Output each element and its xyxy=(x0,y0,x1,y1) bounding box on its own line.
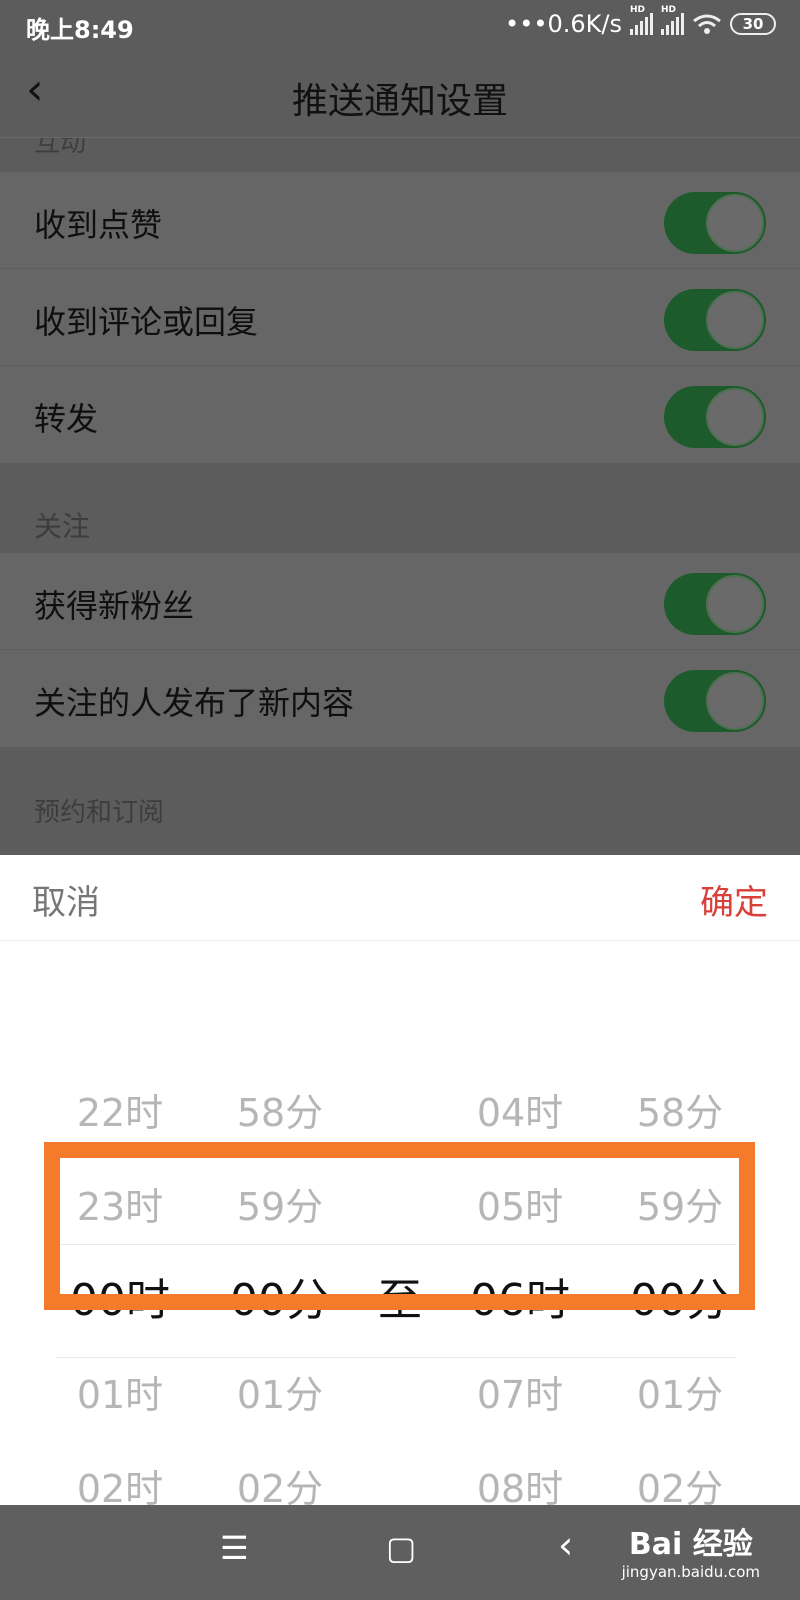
screen: 晚上8:49 •••0.6K/s HD HD 30 ‹ 推送通知设置 互动 收到… xyxy=(0,0,800,1600)
menu-icon[interactable]: ☰ xyxy=(220,1529,249,1567)
toggle-knob xyxy=(706,194,764,252)
section-subscribe-label: 预约和订阅 xyxy=(34,798,165,828)
title-bar: ‹ 推送通知设置 xyxy=(0,50,800,138)
setting-label: 收到评论或回复 xyxy=(34,303,259,341)
wheel-item: 01时 xyxy=(76,1373,164,1417)
selection-highlight-box xyxy=(44,1142,755,1310)
signal-icon-2: HD xyxy=(661,5,684,35)
watermark-brand: Bai 经验 xyxy=(628,1527,753,1562)
watermark: Bai 经验 jingyan.baidu.com xyxy=(622,1519,760,1581)
toggle-knob xyxy=(706,672,764,730)
status-bar: 晚上8:49 •••0.6K/s HD HD 30 xyxy=(0,0,800,50)
wheel-item: 04时 xyxy=(476,1091,564,1135)
wheel-item: 58分 xyxy=(236,1091,324,1135)
page-title: 推送通知设置 xyxy=(291,81,508,122)
signal-icon: HD xyxy=(630,5,653,35)
wheel-item: 07时 xyxy=(476,1373,564,1417)
section-follow-label: 关注 xyxy=(34,510,91,543)
toggle-knob xyxy=(706,575,764,633)
follow-group: 获得新粉丝 关注的人发布了新内容 xyxy=(0,553,800,747)
setting-row-new-fans[interactable]: 获得新粉丝 xyxy=(0,553,800,650)
time-picker-sheet: 取消 确定 22时 23时 00时 01时 02时 58分 59分 00分 01… xyxy=(0,855,800,1511)
wheel-item: 22时 xyxy=(76,1091,164,1135)
wifi-icon xyxy=(693,14,721,34)
status-right: •••0.6K/s HD HD 30 xyxy=(505,5,776,38)
setting-row-followed-posts[interactable]: 关注的人发布了新内容 xyxy=(0,650,800,747)
setting-row-comments[interactable]: 收到评论或回复 xyxy=(0,269,800,366)
wheel-item: 01分 xyxy=(636,1373,724,1417)
setting-row-likes[interactable]: 收到点赞 xyxy=(0,172,800,269)
sim1-hd-tag: HD xyxy=(630,5,646,15)
navigation-bar: ☰ ▢ ‹ Bai 经验 jingyan.baidu.com xyxy=(0,1505,800,1600)
wheel-item: 58分 xyxy=(636,1091,724,1135)
setting-label: 获得新粉丝 xyxy=(34,587,195,625)
cancel-button[interactable]: 取消 xyxy=(32,875,100,924)
setting-label: 转发 xyxy=(34,400,99,438)
setting-label: 关注的人发布了新内容 xyxy=(34,684,355,722)
status-time: 晚上8:49 xyxy=(26,16,134,44)
likes-toggle[interactable] xyxy=(664,192,766,254)
setting-row-reposts[interactable]: 转发 xyxy=(0,366,800,463)
toggle-knob xyxy=(706,388,764,446)
wheel-item: 01分 xyxy=(236,1373,324,1417)
settings-page: 晚上8:49 •••0.6K/s HD HD 30 ‹ 推送通知设置 互动 收到… xyxy=(0,0,800,855)
new-fans-toggle[interactable] xyxy=(664,573,766,635)
setting-label: 收到点赞 xyxy=(34,206,163,244)
watermark-url: jingyan.baidu.com xyxy=(621,1563,760,1581)
time-range-picker: 22时 23时 00时 01时 02时 58分 59分 00分 01分 02分 … xyxy=(0,941,800,1511)
reposts-toggle[interactable] xyxy=(664,386,766,448)
picker-header: 取消 确定 xyxy=(0,855,800,941)
interaction-group: 收到点赞 收到评论或回复 转发 xyxy=(0,172,800,463)
followed-posts-toggle[interactable] xyxy=(664,670,766,732)
sim2-hd-tag: HD xyxy=(661,5,677,15)
home-icon[interactable]: ▢ xyxy=(386,1529,416,1567)
comments-toggle[interactable] xyxy=(664,289,766,351)
confirm-button[interactable]: 确定 xyxy=(700,875,768,924)
back-nav-icon[interactable]: ‹ xyxy=(558,1523,573,1567)
battery-icon: 30 xyxy=(730,13,776,35)
net-speed: •••0.6K/s xyxy=(505,10,622,38)
toggle-knob xyxy=(706,291,764,349)
